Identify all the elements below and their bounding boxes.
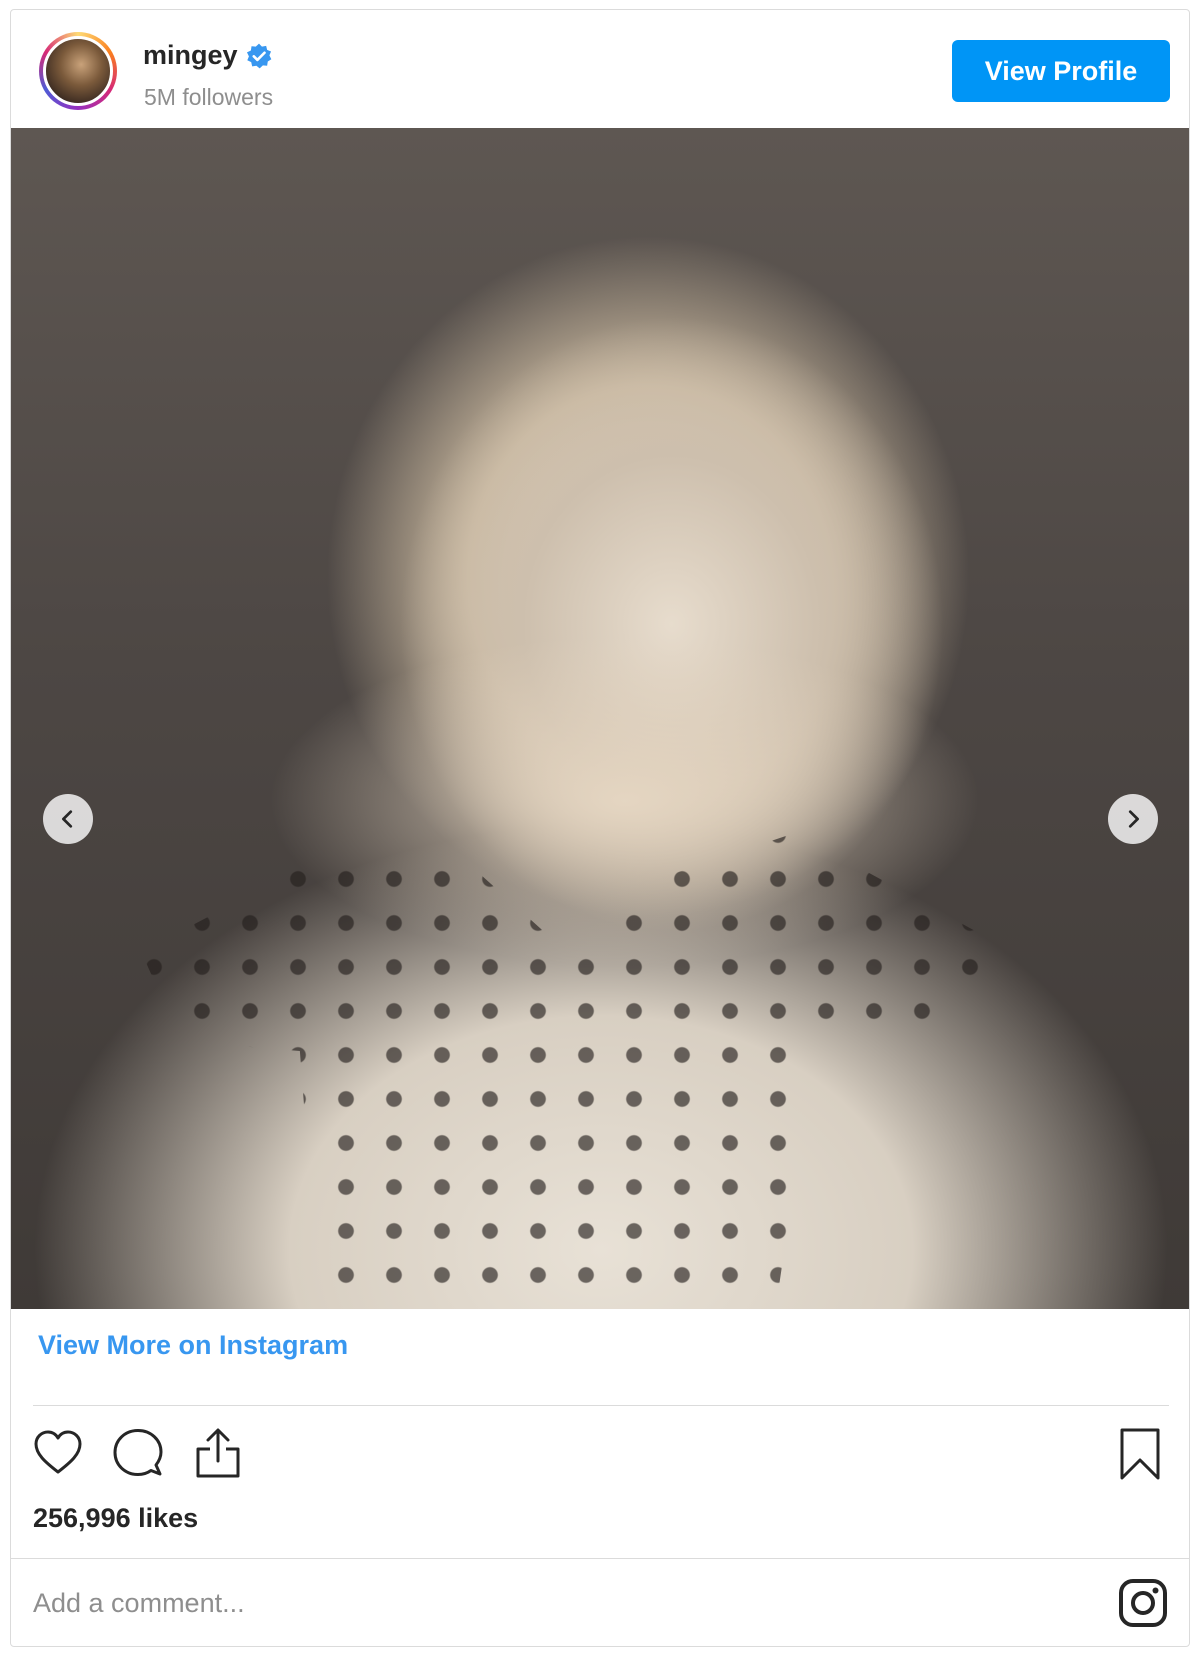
chevron-left-icon [62, 810, 73, 828]
avatar[interactable] [39, 32, 117, 110]
avatar-image [43, 36, 113, 106]
post-header: mingey 5M followers View Profile [11, 10, 1189, 128]
verified-badge-icon [246, 43, 271, 68]
chevron-right-icon [1128, 810, 1139, 828]
follower-count: 5M followers [144, 84, 274, 110]
instagram-icon[interactable] [1118, 1578, 1168, 1628]
divider [33, 1405, 1169, 1406]
view-more-link[interactable]: View More on Instagram [38, 1330, 348, 1361]
instagram-embed-card: mingey 5M followers View Profile View Mo… [10, 9, 1190, 1647]
username[interactable]: mingey [143, 40, 238, 71]
comment-button[interactable] [111, 1425, 165, 1481]
divider [11, 1558, 1189, 1559]
bookmark-icon [1120, 1428, 1160, 1480]
like-button[interactable] [31, 1425, 85, 1481]
post-photo[interactable] [11, 128, 1189, 1309]
view-profile-button[interactable]: View Profile [952, 40, 1170, 102]
comment-input[interactable] [33, 1575, 1053, 1631]
username-row: mingey [143, 40, 272, 71]
save-button[interactable] [1116, 1425, 1164, 1483]
share-button[interactable] [191, 1425, 245, 1481]
comment-icon [113, 1429, 163, 1476]
action-bar [31, 1425, 245, 1481]
like-count: 256,996 likes [33, 1503, 199, 1533]
heart-icon [34, 1430, 82, 1474]
share-icon [196, 1428, 240, 1478]
photo-dress-pattern [141, 832, 1014, 1309]
carousel-next-button[interactable] [1108, 794, 1158, 844]
carousel-prev-button[interactable] [43, 794, 93, 844]
